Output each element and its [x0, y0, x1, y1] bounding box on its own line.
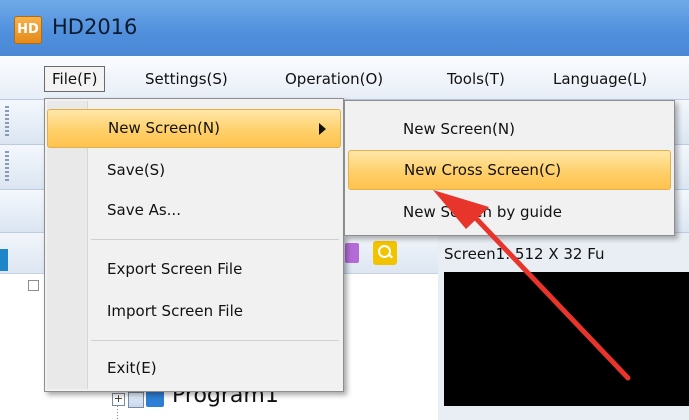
new-screen-submenu: New Screen(N) New Cross Screen(C) New Sc… — [344, 100, 675, 236]
checkbox-icon[interactable] — [128, 392, 144, 408]
menu-tools[interactable]: Tools(T) — [440, 66, 512, 92]
app-icon: HD — [14, 16, 42, 44]
menu-separator — [91, 239, 339, 240]
submenu-item-new-screen[interactable]: New Screen(N) — [348, 109, 671, 149]
menu-separator — [91, 340, 339, 341]
menu-bar: File(F) Settings(S) Operation(O) Tools(T… — [0, 56, 689, 100]
menu-item-save[interactable]: Save(S) — [47, 151, 341, 190]
menu-item-exit[interactable]: Exit(E) — [47, 349, 341, 388]
menu-item-export-screen-file[interactable]: Export Screen File — [47, 250, 341, 289]
submenu-item-new-screen-by-guide[interactable]: New Screen by guide — [348, 192, 671, 232]
file-dropdown-menu: New Screen(N) Save(S) Save As... Export … — [44, 98, 344, 392]
menu-item-import-screen-file[interactable]: Import Screen File — [47, 292, 341, 331]
submenu-arrow-icon — [319, 123, 326, 135]
screen-header: Screen1: 512 X 32 Fu — [444, 245, 605, 263]
screen-preview-area: Screen1: 512 X 32 Fu — [438, 233, 689, 420]
menu-settings[interactable]: Settings(S) — [138, 66, 235, 92]
expand-plus-icon[interactable]: + — [112, 393, 125, 406]
panel-tool-icon[interactable] — [0, 249, 8, 271]
toolbar-grip[interactable] — [5, 106, 9, 138]
tree-expand-box[interactable] — [28, 280, 39, 291]
menu-operation[interactable]: Operation(O) — [278, 66, 390, 92]
menu-language[interactable]: Language(L) — [546, 66, 654, 92]
menu-item-new-screen[interactable]: New Screen(N) — [47, 109, 341, 148]
toolbar-grip[interactable] — [5, 151, 9, 183]
submenu-item-new-cross-screen[interactable]: New Cross Screen(C) — [348, 150, 671, 190]
window-title: HD2016 — [52, 15, 138, 39]
menu-item-save-as[interactable]: Save As... — [47, 191, 341, 230]
menu-file[interactable]: File(F) — [44, 66, 106, 92]
panel-tool-icon[interactable] — [345, 243, 359, 263]
search-icon[interactable] — [373, 241, 397, 265]
menu-item-label: New Screen(N) — [108, 119, 220, 137]
title-bar: HD HD2016 — [0, 0, 689, 57]
screen-canvas[interactable] — [444, 272, 689, 406]
program-icon — [146, 391, 164, 407]
